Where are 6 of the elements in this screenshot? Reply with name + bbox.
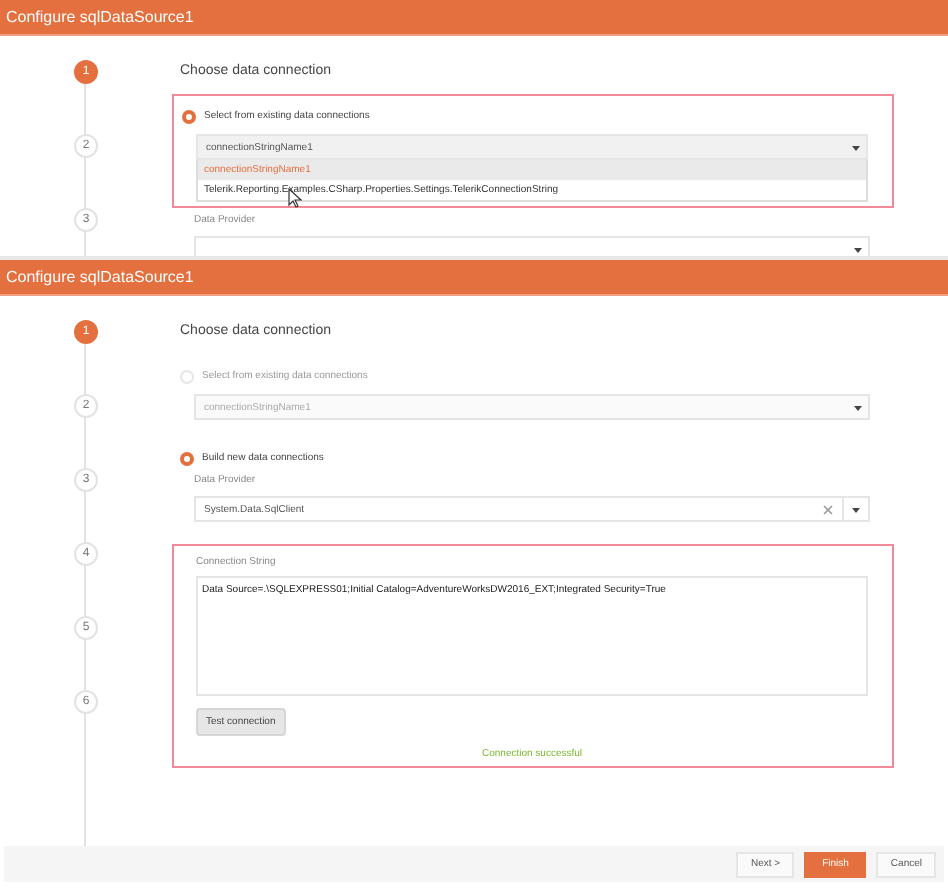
dialog-title: Configure sqlDataSource1 (0, 260, 948, 296)
radio-button[interactable] (182, 109, 196, 123)
radio-button[interactable] (180, 451, 194, 465)
clear-icon[interactable] (822, 503, 834, 515)
dropdown-field[interactable] (194, 236, 870, 256)
dialog-title: Configure sqlDataSource1 (0, 0, 948, 36)
